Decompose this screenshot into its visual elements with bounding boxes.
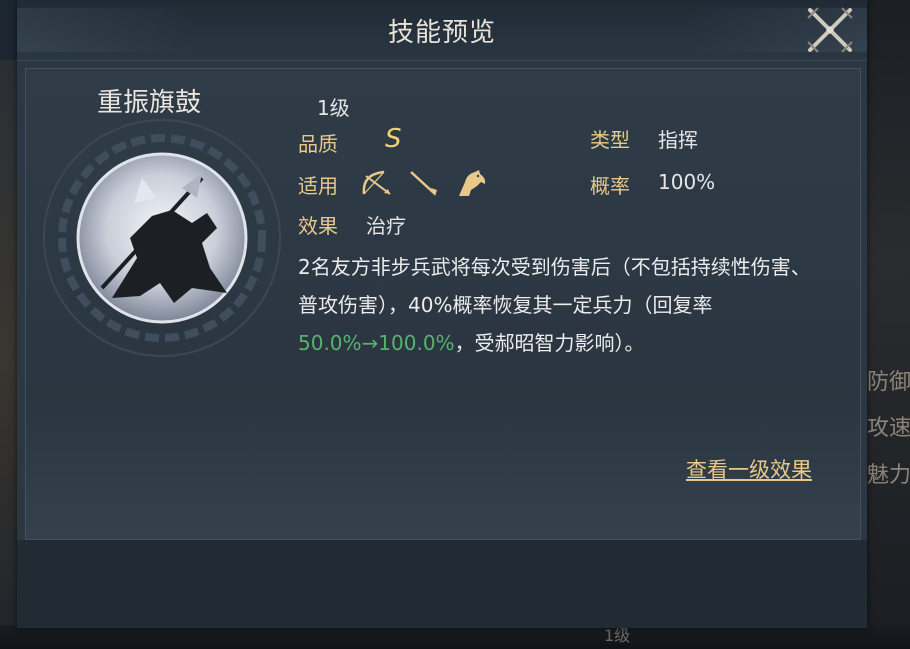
skill-level: 1级	[317, 96, 350, 120]
view-level1-effect-link[interactable]: 查看一级效果	[686, 454, 812, 484]
effect-value: 治疗	[366, 214, 406, 238]
effect-label: 效果	[298, 214, 338, 238]
background-stat-label: 攻速	[867, 416, 910, 441]
type-label: 类型	[590, 128, 630, 152]
dialog-title: 技能预览	[387, 18, 496, 48]
background-bottom-strip	[0, 625, 910, 649]
description-text-end: ，受郝昭智力影响）。	[454, 331, 645, 355]
skill-icon	[42, 118, 282, 358]
background-right-edge	[865, 0, 910, 649]
spear-infantry-icon	[410, 171, 439, 197]
description-text: 2名友方非步兵武将每次受到伤害后（不包括持续性伤害、普攻伤害），40%概率恢复其…	[298, 255, 811, 317]
skill-description: 2名友方非步兵武将每次受到伤害后（不包括持续性伤害、普攻伤害），40%概率恢复其…	[298, 248, 828, 362]
description-highlight: 50.0%→100.0%	[298, 331, 455, 355]
background-stat-label: 魅力	[867, 463, 910, 488]
bow-archer-icon	[362, 170, 391, 195]
grade-label: 品质	[298, 132, 338, 156]
close-button[interactable]	[802, 2, 858, 58]
crossed-swords-close-icon	[807, 7, 853, 53]
skill-name: 重振旗鼓	[97, 88, 202, 118]
skill-preview-dialog: 技能预览 重振旗鼓 1级 品质 S 类型 指挥 适用 概率 100% 效果 治疗…	[17, 0, 867, 628]
rate-value: 100%	[658, 170, 716, 194]
horse-cavalry-icon	[459, 170, 486, 196]
rate-label: 概率	[590, 174, 630, 198]
dialog-footer	[17, 540, 867, 628]
background-stat-label: 防御	[867, 370, 910, 395]
type-value: 指挥	[658, 128, 698, 152]
dialog-title-bar: 技能预览	[17, 0, 867, 61]
applicable-label: 适用	[298, 174, 338, 198]
grade-value: S	[385, 124, 402, 154]
